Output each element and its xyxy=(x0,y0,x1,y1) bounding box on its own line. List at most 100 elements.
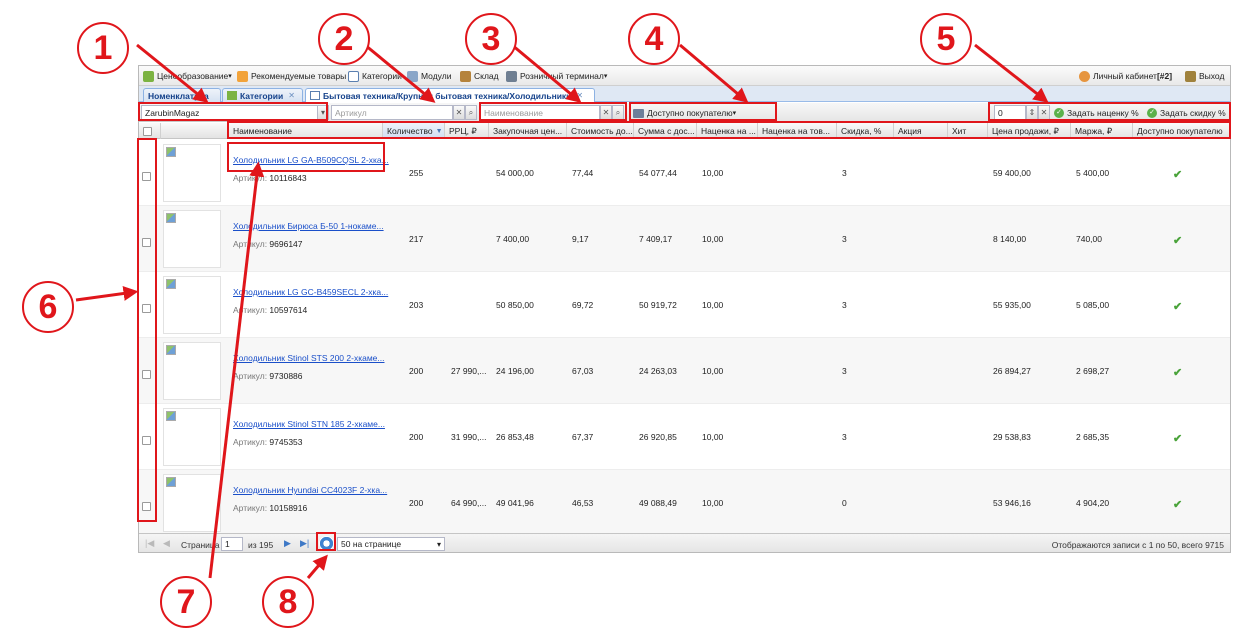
menu-recommended[interactable]: Рекомендуемые товары xyxy=(237,70,346,82)
product-name-link[interactable]: Холодильник LG GC-B459SECL 2-хка... xyxy=(233,287,388,297)
cell-price: 29 538,83 xyxy=(993,432,1031,442)
product-thumbnail xyxy=(163,408,221,466)
next-page-icon[interactable]: ▶ xyxy=(284,538,291,549)
cell-qty: 203 xyxy=(409,300,424,310)
annotation-box-5 xyxy=(988,102,1231,121)
cell-markup: 10,00 xyxy=(702,234,724,244)
product-name-link[interactable]: Холодильник Бирюса Б-50 1-нокаме... xyxy=(233,221,384,231)
check-icon: ✔ xyxy=(1173,301,1183,313)
product-name-link[interactable]: Холодильник Hyundai CC4023F 2-хка... xyxy=(233,485,387,495)
cell-delivery: 77,44 xyxy=(572,168,594,178)
product-name-link[interactable]: Холодильник Stinol STS 200 2-хкаме... xyxy=(233,353,385,363)
annotation-circle-3: 3 xyxy=(465,13,517,65)
window-icon xyxy=(348,70,359,82)
menu-modules[interactable]: Модули xyxy=(407,70,451,82)
article-value: 10158916 xyxy=(269,503,308,513)
modules-icon xyxy=(407,70,418,82)
cell-purchase: 7 400,00 xyxy=(496,234,530,244)
cell-discount: 3 xyxy=(842,432,847,442)
article-label: Артикул: xyxy=(233,239,270,249)
cell-delivery: 67,03 xyxy=(572,366,594,376)
menu-warehouse[interactable]: Склад xyxy=(460,70,499,82)
arrow-6 xyxy=(75,286,139,302)
page-number-value: 1 xyxy=(225,539,230,549)
cell-purchase: 54 000,00 xyxy=(496,168,534,178)
cell-margin: 2 698,27 xyxy=(1076,366,1110,376)
article-label: Артикул: xyxy=(233,503,270,513)
product-name-link[interactable]: Холодильник Stinol STN 185 2-хкаме... xyxy=(233,419,385,429)
tab-nomenclature[interactable]: Номенклатура xyxy=(143,88,221,102)
cell-sum: 54 077,44 xyxy=(639,168,677,178)
page-size-value: 50 на странице xyxy=(341,539,402,549)
check-icon: ✔ xyxy=(1173,367,1183,379)
cell-sum: 7 409,17 xyxy=(639,234,673,244)
menu-retail-terminal[interactable]: Розничный терминал xyxy=(506,70,607,82)
cell-margin: 4 904,20 xyxy=(1076,498,1110,508)
check-icon: ✔ xyxy=(1173,499,1183,511)
table-row[interactable]: Холодильник Stinol STN 185 2-хкаме... Арт… xyxy=(139,404,1230,470)
cell-delivery: 69,72 xyxy=(572,300,594,310)
table-row[interactable]: Холодильник Бирюса Б-50 1-нокаме... Артик… xyxy=(139,206,1230,272)
product-thumbnail xyxy=(163,210,221,268)
tab-categories[interactable]: Категории ✕ xyxy=(222,88,303,102)
cell-discount: 3 xyxy=(842,300,847,310)
arrow-8 xyxy=(306,554,328,579)
menu-categories[interactable]: Категории xyxy=(348,70,402,82)
annotation-number-7: 7 xyxy=(176,582,196,621)
table-row[interactable]: Холодильник Stinol STS 200 2-хкаме... Арт… xyxy=(139,338,1230,404)
top-menu-bar: Ценообразование Рекомендуемые товары Кат… xyxy=(139,66,1230,86)
prev-page-icon[interactable]: ◀ xyxy=(163,538,170,549)
cell-markup: 10,00 xyxy=(702,366,724,376)
select-all-checkbox[interactable] xyxy=(143,126,152,136)
product-thumbnail xyxy=(163,276,221,334)
last-page-icon[interactable]: ▶| xyxy=(300,538,309,549)
records-summary: Отображаются записи с 1 по 50, всего 971… xyxy=(1051,539,1224,550)
window-icon xyxy=(310,91,320,100)
cell-discount: 3 xyxy=(842,366,847,376)
truck-icon xyxy=(460,70,471,82)
check-icon: ✔ xyxy=(1173,235,1183,247)
article-label: Артикул: xyxy=(233,173,270,183)
article-value: 9730886 xyxy=(269,371,303,381)
cell-delivery: 46,53 xyxy=(572,498,594,508)
article-search-field[interactable] xyxy=(331,105,453,120)
menu-recommended-label: Рекомендуемые товары xyxy=(251,71,347,81)
image-placeholder-icon xyxy=(166,411,176,421)
cell-margin: 5 400,00 xyxy=(1076,168,1110,178)
user-icon xyxy=(1079,70,1090,82)
annotation-box-4 xyxy=(629,102,777,121)
page-number-field[interactable]: 1 xyxy=(221,537,243,551)
cell-delivery: 9,17 xyxy=(572,234,589,244)
cell-purchase: 50 850,00 xyxy=(496,300,534,310)
cell-discount: 3 xyxy=(842,168,847,178)
cell-price: 8 140,00 xyxy=(993,234,1027,244)
cell-price: 26 894,27 xyxy=(993,366,1031,376)
article-search-input[interactable] xyxy=(335,107,452,118)
image-placeholder-icon xyxy=(166,213,176,223)
page-size-select[interactable]: 50 на странице ▾ xyxy=(337,537,445,551)
close-icon[interactable]: ✕ xyxy=(576,91,583,100)
menu-pricing[interactable]: Ценообразование xyxy=(143,70,232,82)
article-value: 9745353 xyxy=(269,437,303,447)
product-article: Артикул: 10116843 xyxy=(233,173,307,183)
close-icon[interactable]: ✕ xyxy=(288,91,295,100)
logout-button[interactable]: Выход xyxy=(1185,70,1224,82)
menu-pricing-label: Ценообразование xyxy=(157,71,229,81)
product-article: Артикул: 10597614 xyxy=(233,305,307,315)
clear-icon[interactable]: ✕ xyxy=(453,105,465,120)
table-row[interactable]: Холодильник LG GC-B459SECL 2-хка... Артик… xyxy=(139,272,1230,338)
search-icon[interactable]: ⌕ xyxy=(465,105,477,120)
first-page-icon[interactable]: |◀ xyxy=(145,538,154,549)
annotation-box-3 xyxy=(479,102,627,121)
account-link[interactable]: Личный кабинет [#2] xyxy=(1079,70,1172,82)
select-all-header[interactable] xyxy=(139,123,161,139)
tab-categories-label: Категории xyxy=(240,90,284,101)
chevron-down-icon: ▾ xyxy=(436,539,441,549)
table-row[interactable]: Холодильник Hyundai CC4023F 2-хка... Арти… xyxy=(139,470,1230,536)
cell-discount: 0 xyxy=(842,498,847,508)
product-thumbnail xyxy=(163,474,221,532)
cell-rrp: 64 990,... xyxy=(451,498,487,508)
cell-rrp: 27 990,... xyxy=(451,366,487,376)
tab-refrigerators[interactable]: Бытовая техника/Крупная бытовая техника/… xyxy=(305,88,595,102)
cell-rrp: 31 990,... xyxy=(451,432,487,442)
